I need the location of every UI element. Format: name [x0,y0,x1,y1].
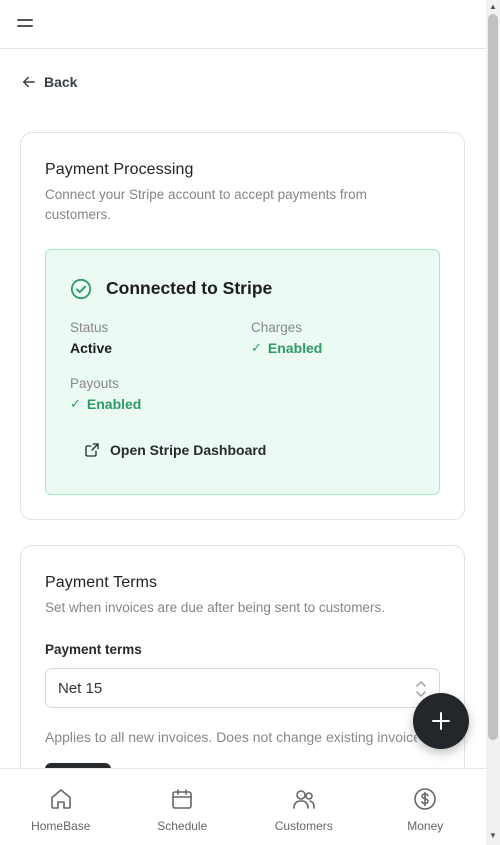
payment-terms-selected-value: Net 15 [58,680,103,697]
arrow-left-icon [23,76,35,88]
payment-terms-description: Set when invoices are due after being se… [45,600,385,615]
payouts-status: ✓ Enabled [70,396,141,412]
top-bar [0,0,486,49]
payouts-label: Payouts [70,376,119,391]
nav-label-schedule: Schedule [157,819,208,833]
add-fab-button[interactable] [413,693,469,749]
payment-processing-description: Connect your Stripe account to accept pa… [45,187,367,222]
nav-label-customers: Customers [274,819,333,833]
check-icon: ✓ [251,340,262,355]
users-icon [292,790,315,809]
payment-terms-title: Payment Terms [45,574,158,591]
check-icon: ✓ [70,396,81,411]
calendar-icon [172,789,193,809]
plus-icon [432,712,450,730]
payment-terms-card: Payment Terms Set when invoices are due … [20,545,465,805]
nav-item-homebase[interactable]: HomeBase [0,769,122,845]
open-stripe-dashboard-button[interactable]: Open Stripe Dashboard [84,438,266,462]
scrollbar[interactable]: ▲ ▼ [486,0,500,845]
open-stripe-dashboard-label: Open Stripe Dashboard [110,442,267,458]
scroll-down-arrow-icon[interactable]: ▼ [489,832,497,840]
dollar-circle-icon [414,788,437,810]
bottom-nav: HomeBase Schedule Customers Money [0,768,486,845]
home-icon [50,789,71,809]
status-value: Active [70,340,113,356]
nav-item-schedule[interactable]: Schedule [122,769,244,845]
payment-terms-help-text: Applies to all new invoices. Does not ch… [45,729,417,745]
charges-value: Enabled [267,340,323,356]
check-circle-icon [70,278,92,300]
back-label: Back [44,74,78,90]
payment-processing-card: Payment Processing Connect your Stripe a… [20,132,465,520]
back-button[interactable]: Back [20,72,77,92]
scroll-up-arrow-icon[interactable]: ▲ [489,3,497,11]
connection-title: Connected to Stripe [106,278,273,298]
nav-item-money[interactable]: Money [365,769,487,845]
external-link-icon [85,443,99,457]
scrollbar-thumb[interactable] [488,14,498,740]
stripe-connection-panel: Connected to Stripe Status Active Charge… [45,249,440,495]
payment-processing-title: Payment Processing [45,161,194,178]
status-label: Status [70,320,109,335]
charges-status: ✓ Enabled [251,340,322,356]
hamburger-icon[interactable] [15,15,37,33]
nav-label-money: Money [407,819,444,833]
nav-label-homebase: HomeBase [31,819,91,833]
charges-label: Charges [251,320,303,335]
payment-terms-field-label: Payment terms [45,642,142,657]
payment-terms-select[interactable]: Net 15 [45,668,440,708]
payouts-value: Enabled [86,396,142,412]
nav-item-customers[interactable]: Customers [243,769,365,845]
